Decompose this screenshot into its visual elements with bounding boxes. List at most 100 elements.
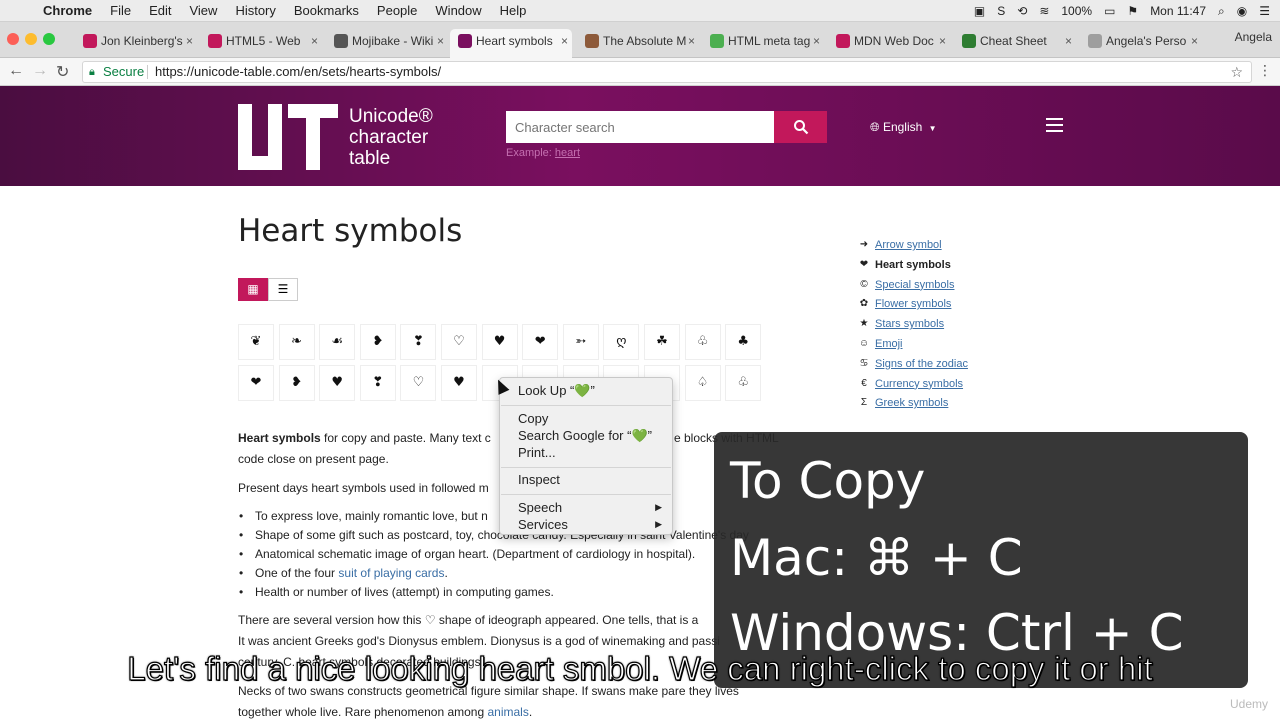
sidebar-item[interactable]: Σ Greek symbols (858, 394, 968, 414)
symbol-cell[interactable]: ❣ (400, 324, 437, 360)
logo-text[interactable]: Unicode® character table (349, 106, 433, 169)
sidebar-item[interactable]: ✿ Flower symbols (858, 295, 968, 315)
tab-close-icon[interactable]: × (813, 29, 820, 53)
symbol-cell[interactable]: ❥ (359, 324, 396, 360)
sidebar-item[interactable]: ☺ Emoji (858, 335, 968, 355)
facebook-share-button[interactable]: f (684, 220, 713, 249)
symbol-cell[interactable]: ❦ (238, 324, 274, 360)
menu-app-name[interactable]: Chrome (34, 3, 101, 18)
browser-tab[interactable]: Cheat Sheet × (954, 29, 1076, 58)
playing-cards-link[interactable]: suit of playing cards (338, 566, 444, 580)
back-icon[interactable]: ← (8, 62, 24, 80)
symbol-cell[interactable]: ♥ (441, 365, 477, 401)
sidebar-item[interactable]: ★ Stars symbols (858, 315, 968, 335)
spotlight-icon[interactable]: ⌕ (1218, 4, 1225, 19)
sidebar-item[interactable]: ♋ Signs of the zodiac (858, 355, 968, 375)
menu-people[interactable]: People (368, 3, 426, 18)
screen-record-icon[interactable]: ▣ (974, 4, 985, 18)
chrome-menu-icon[interactable]: ⋮ (1258, 62, 1272, 79)
menu-view[interactable]: View (180, 3, 226, 18)
reload-icon[interactable]: ↻ (56, 62, 69, 82)
tab-close-icon[interactable]: × (1065, 29, 1072, 53)
search-button[interactable] (774, 111, 827, 143)
language-selector[interactable]: 🌐︎ English ▼ (870, 120, 937, 135)
symbol-cell[interactable]: ♥ (481, 324, 518, 360)
services-menu-item[interactable]: Services (518, 517, 568, 532)
inspect-menu-item[interactable]: Inspect (518, 472, 560, 487)
menu-window[interactable]: Window (426, 3, 490, 18)
tab-close-icon[interactable]: × (688, 29, 695, 53)
symbol-cell[interactable]: ❧ (278, 324, 315, 360)
unicode-table-logo-icon[interactable] (238, 104, 338, 170)
sidebar-item[interactable]: © Special symbols (858, 276, 968, 296)
skype-icon[interactable]: S (997, 4, 1005, 18)
example-link[interactable]: heart (555, 147, 580, 159)
browser-tab[interactable]: Mojibake - Wiki × (326, 29, 448, 58)
symbol-cell[interactable]: ☘ (644, 324, 680, 360)
tab-close-icon[interactable]: × (437, 29, 444, 53)
menu-bookmarks[interactable]: Bookmarks (285, 3, 368, 18)
symbol-cell[interactable]: ❣ (359, 365, 396, 401)
notification-center-icon[interactable]: ☰ (1259, 4, 1270, 18)
symbol-cell[interactable]: ♣ (725, 324, 762, 360)
symbol-cell[interactable]: ♤ (684, 365, 721, 401)
symbol-cell[interactable]: ♡ (400, 365, 437, 401)
symbol-cell[interactable]: ♡ (441, 324, 477, 360)
search-google-menu-item[interactable]: Search Google for “💚” (518, 428, 652, 444)
speech-menu-item[interactable]: Speech (518, 500, 562, 515)
profile-name[interactable]: Angela (1235, 30, 1272, 44)
browser-tab[interactable]: HTML5 - Web × (200, 29, 322, 58)
tab-close-icon[interactable]: × (311, 29, 318, 53)
look-up-menu-item[interactable]: Look Up “💚” (518, 383, 595, 399)
twitter-share-button[interactable]: t (760, 220, 789, 249)
browser-tab[interactable]: Angela's Perso × (1080, 29, 1202, 58)
tab-close-icon[interactable]: × (561, 29, 568, 53)
sidebar-item[interactable]: ➜ Arrow symbol (858, 236, 968, 256)
symbol-cell[interactable]: ❤ (522, 324, 559, 360)
menu-help[interactable]: Help (491, 3, 536, 18)
forward-icon[interactable]: → (32, 62, 48, 80)
wifi-icon[interactable]: ≋ (1039, 4, 1049, 18)
tab-close-icon[interactable]: × (186, 29, 193, 53)
grid-view-button[interactable]: ▦ (238, 278, 268, 301)
vk-share-button[interactable]: B (722, 220, 751, 249)
tab-close-icon[interactable]: × (939, 29, 946, 53)
minimize-window-icon[interactable] (25, 33, 37, 45)
sidebar-item[interactable]: ❤ Heart symbols (858, 256, 968, 276)
sidebar-item[interactable]: € Currency symbols (858, 375, 968, 395)
symbol-cell[interactable]: ☙ (319, 324, 356, 360)
siri-icon[interactable]: ◉ (1237, 4, 1247, 18)
symbol-cell[interactable]: ❤ (238, 365, 274, 401)
close-window-icon[interactable] (7, 33, 19, 45)
browser-tab[interactable]: Jon Kleinberg's × (75, 29, 197, 58)
browser-tab[interactable]: MDN Web Doc × (828, 29, 950, 58)
hamburger-menu-icon[interactable] (1046, 118, 1063, 132)
zoom-window-icon[interactable] (43, 33, 55, 45)
menu-edit[interactable]: Edit (140, 3, 180, 18)
symbol-cell[interactable]: ♥ (319, 365, 356, 401)
copy-menu-item[interactable]: Copy (518, 411, 548, 426)
bookmark-star-icon[interactable]: ☆ (1230, 62, 1243, 82)
menu-file[interactable]: File (101, 3, 140, 18)
character-search-input[interactable] (506, 111, 774, 143)
symbol-cell[interactable]: ➳ (562, 324, 599, 360)
clock[interactable]: Mon 11:47 (1150, 4, 1206, 18)
sync-icon[interactable]: ⟲ (1017, 4, 1027, 18)
symbol-cell[interactable]: ღ (603, 324, 640, 360)
animals-link[interactable]: animals (488, 705, 529, 719)
browser-tab[interactable]: HTML meta tag × (702, 29, 824, 58)
symbol-cell[interactable]: ❥ (278, 365, 315, 401)
google-plus-share-button[interactable]: g+ (798, 220, 827, 249)
url-text[interactable]: https://unicode-table.com/en/sets/hearts… (155, 62, 441, 82)
tab-close-icon[interactable]: × (1191, 29, 1198, 53)
symbol-cell[interactable]: ♧ (684, 324, 721, 360)
browser-tab[interactable]: Heart symbols × (450, 29, 572, 58)
flag-icon[interactable]: ⚑ (1127, 4, 1138, 18)
battery-percent[interactable]: 100% (1061, 4, 1092, 18)
symbol-cell[interactable]: ♧ (725, 365, 762, 401)
browser-tab[interactable]: The Absolute M × (577, 29, 699, 58)
list-view-button[interactable]: ☰ (268, 278, 298, 301)
battery-icon[interactable]: ▭ (1104, 4, 1115, 18)
menu-history[interactable]: History (226, 3, 284, 18)
address-bar[interactable]: 🔒︎ Secure https://unicode-table.com/en/s… (82, 61, 1252, 83)
